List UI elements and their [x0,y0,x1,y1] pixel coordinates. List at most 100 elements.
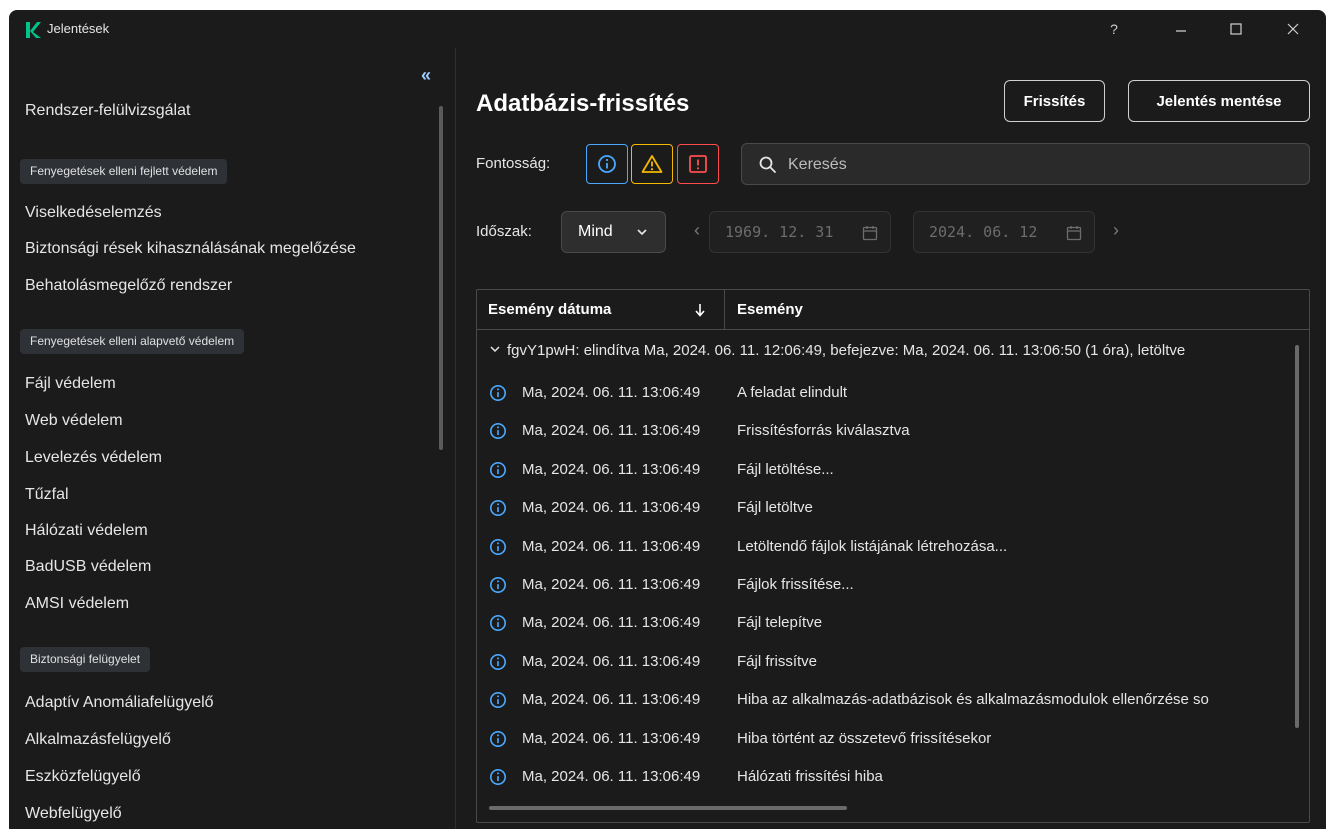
row-date: Ma, 2024. 06. 11. 13:06:49 [522,729,701,747]
severity-warning-toggle[interactable] [631,144,673,184]
row-event: Fájlok frissítése... [737,576,854,593]
refresh-button[interactable]: Frissítés [1004,80,1105,122]
chevron-left-icon: ‹ [694,220,700,240]
previous-period-button[interactable]: ‹ [694,220,700,241]
task-group-title: fgvY1pwH: elindítva Ma, 2024. 06. 11. 12… [507,342,1186,359]
sidebar-item-exploit-prevention[interactable]: Biztonsági rések kihasználásának megelőz… [25,240,356,258]
row-event: A feladat elindult [737,384,848,401]
row-date: Ma, 2024. 06. 11. 13:06:49 [522,652,701,670]
calendar-icon[interactable] [862,225,878,241]
close-button[interactable] [1281,18,1305,40]
row-event: Fájl telepítve [737,614,823,632]
search-input[interactable] [788,154,1288,176]
row-date: Ma, 2024. 06. 11. 13:06:49 [522,499,701,517]
main-panel: Adatbázis-frissítés Frissítés Jelentés m… [456,48,1326,829]
info-icon [489,653,507,670]
kaspersky-logo-icon [26,22,41,38]
table-row[interactable]: Ma, 2024. 06. 11. 13:06:49 Fájl letöltése… [477,451,1297,489]
period-label: Időszak: [476,223,532,240]
info-icon [489,615,507,632]
sidebar-item-mail-protection[interactable]: Levelezés védelem [25,449,162,467]
maximize-icon [1230,23,1242,35]
table-row[interactable]: Ma, 2024. 06. 11. 13:06:49 Fájl frissítve [477,643,1297,681]
info-icon [598,155,616,173]
minimize-button[interactable] [1169,18,1193,40]
table-row[interactable]: Ma, 2024. 06. 11. 13:06:49 Fájlok frissít… [477,566,1297,604]
table-vertical-scrollbar[interactable] [1295,345,1299,728]
column-header-event-date[interactable]: Esemény dátuma [488,290,611,330]
date-from-value: 1969. 12. 31 [725,223,834,241]
sidebar-item-behavior-detection[interactable]: Viselkedéselemzés [25,204,162,222]
sidebar-scrollbar[interactable] [439,106,443,450]
row-date: Ma, 2024. 06. 11. 13:06:49 [522,537,701,555]
sidebar-item-file-protection[interactable]: Fájl védelem [25,375,116,393]
collapse-sidebar-button[interactable]: « [421,66,431,84]
info-icon [489,538,507,555]
sidebar-group-security-controls: Biztonsági felügyelet [20,647,151,672]
info-icon [489,768,507,786]
sidebar-item-application-control[interactable]: Alkalmazásfelügyelő [25,731,171,749]
row-date: Ma, 2024. 06. 11. 13:06:49 [522,768,701,785]
search-box[interactable] [741,143,1310,185]
row-event: Frissítésforrás kiválasztva [737,422,910,440]
titlebar: Jelentések ? [9,10,1326,48]
row-event: Hálózati frissítési hiba [737,768,883,785]
period-select[interactable]: Mind [561,211,666,253]
table-row[interactable]: Ma, 2024. 06. 11. 13:06:49 Frissítésforrá… [477,412,1297,450]
date-to-field[interactable]: 2024. 06. 12 [913,211,1095,253]
maximize-button[interactable] [1224,18,1248,40]
task-group-row[interactable]: fgvY1pwH: elindítva Ma, 2024. 06. 11. 12… [477,336,1297,366]
date-from-field[interactable]: 1969. 12. 31 [709,211,891,253]
info-icon [489,461,507,478]
column-divider[interactable] [724,290,725,330]
row-event: Fájl letöltése... [737,460,834,478]
sidebar-item-firewall[interactable]: Tűzfal [25,486,69,504]
table-row[interactable]: Ma, 2024. 06. 11. 13:06:49 Hálózati friss… [477,758,1297,796]
table-header: Esemény dátuma Esemény [477,290,1309,330]
info-icon [489,692,507,709]
row-event: Fájl frissítve [737,652,818,670]
sidebar-item-network-protection[interactable]: Hálózati védelem [25,522,148,540]
sidebar-item-device-control[interactable]: Eszközfelügyelő [25,768,141,786]
column-header-event[interactable]: Esemény [737,290,803,330]
help-button[interactable]: ? [1102,18,1126,40]
info-icon [489,500,507,517]
severity-info-toggle[interactable] [586,144,628,184]
table-row[interactable]: Ma, 2024. 06. 11. 13:06:49 Hiba az alkalm… [477,681,1297,719]
sidebar-item-amsi-protection[interactable]: AMSI védelem [25,595,129,613]
table-row[interactable]: Ma, 2024. 06. 11. 13:06:49 Letöltendő fáj… [477,528,1297,566]
table-row[interactable]: Ma, 2024. 06. 11. 13:06:49 Fájl letöltve [477,489,1297,527]
double-chevron-left-icon: « [421,65,432,85]
minimize-icon [1176,30,1186,32]
calendar-icon[interactable] [1066,225,1082,241]
row-event: Letöltendő fájlok listájának létrehozása… [737,537,1008,555]
row-event: Fájl letöltve [737,499,813,517]
row-event: Hiba történt az összetevő frissítésekor [737,729,992,747]
error-icon [689,155,707,173]
sidebar-item-web-protection[interactable]: Web védelem [25,412,123,430]
next-period-button[interactable]: › [1113,220,1119,241]
sidebar-group-advanced-protection: Fenyegetések elleni fejlett védelem [20,159,228,184]
row-date: Ma, 2024. 06. 11. 13:06:49 [522,422,701,440]
chevron-down-icon[interactable] [489,343,501,355]
info-icon [489,384,507,402]
table-row[interactable]: Ma, 2024. 06. 11. 13:06:49 A feladat elin… [477,374,1297,412]
sidebar-item-intrusion-prevention[interactable]: Behatolásmegelőző rendszer [25,277,232,295]
row-date: Ma, 2024. 06. 11. 13:06:49 [522,691,701,709]
severity-error-toggle[interactable] [677,144,719,184]
sidebar-item-adaptive-anomaly-control[interactable]: Adaptív Anomáliafelügyelő [25,694,214,712]
chevron-down-icon [637,229,647,236]
sidebar-item-web-control[interactable]: Webfelügyelő [25,805,122,823]
table-row[interactable]: Ma, 2024. 06. 11. 13:06:49 Fájl telepítve [477,604,1297,642]
save-report-button[interactable]: Jelentés mentése [1128,80,1310,122]
table-horizontal-scrollbar[interactable] [489,806,847,810]
row-date: Ma, 2024. 06. 11. 13:06:49 [522,460,701,478]
close-icon [1287,23,1299,35]
table-row[interactable]: Ma, 2024. 06. 11. 13:06:49 Hiba történt a… [477,720,1297,758]
search-icon [759,156,776,173]
sidebar-item-badusb-protection[interactable]: BadUSB védelem [25,558,151,576]
sidebar-item-system-scan[interactable]: Rendszer-felülvizsgálat [25,102,190,120]
sort-descending-icon[interactable] [694,303,706,317]
info-icon [489,730,507,747]
date-to-value: 2024. 06. 12 [929,223,1038,241]
